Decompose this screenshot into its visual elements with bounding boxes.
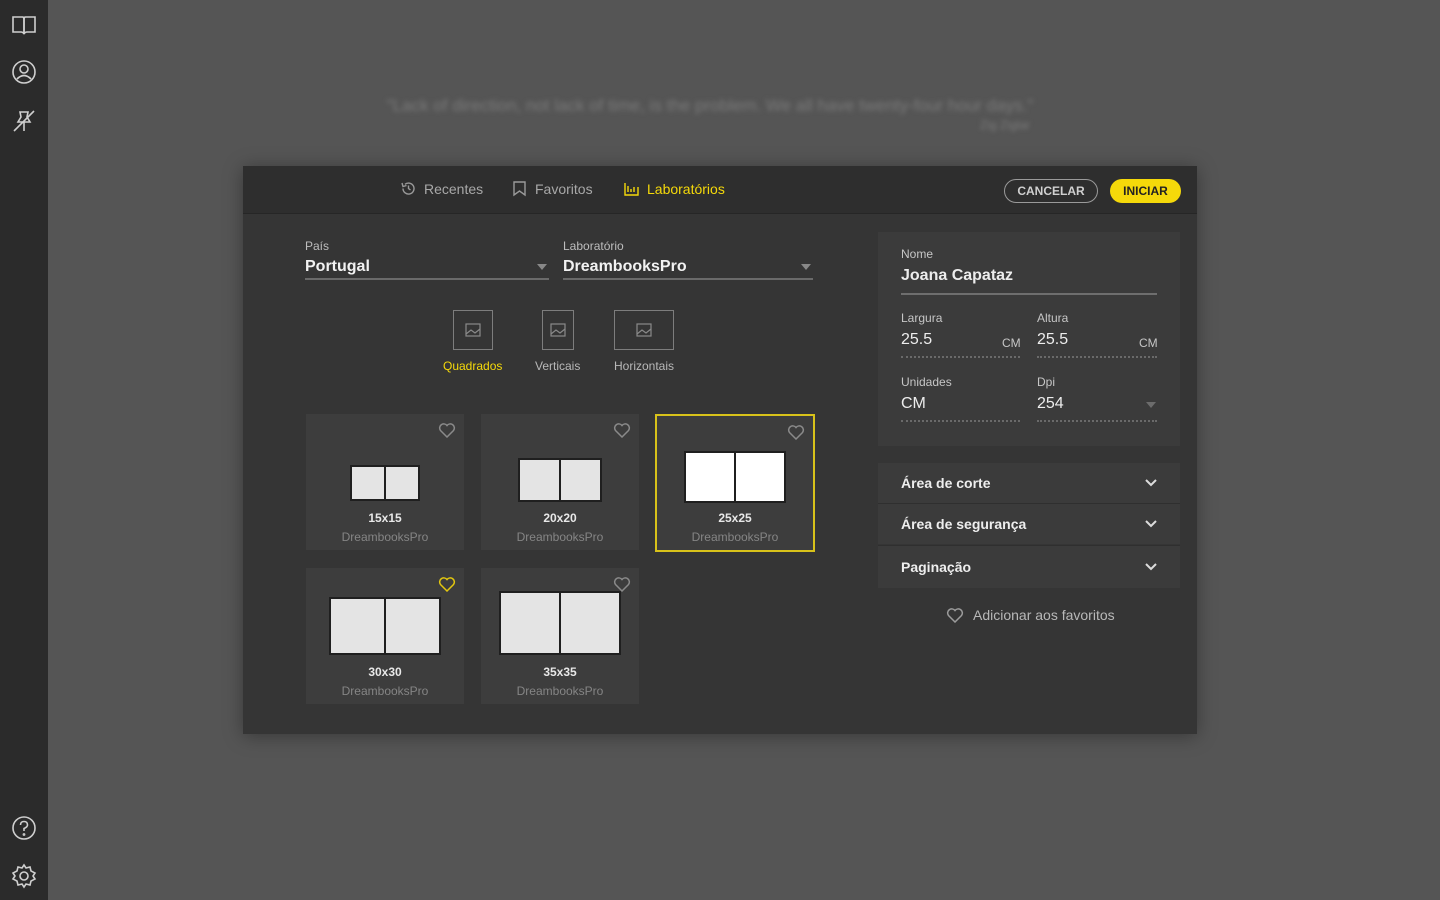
book-preview: [350, 465, 420, 501]
width-unit: CM: [1002, 336, 1021, 350]
country-label: País: [305, 239, 330, 253]
book-preview: [499, 591, 621, 655]
laboratory-select[interactable]: DreambooksPro: [563, 256, 813, 280]
orientation-verticais[interactable]: Verticais: [535, 310, 580, 373]
start-button[interactable]: INICIAR: [1110, 179, 1181, 203]
height-unit: CM: [1139, 336, 1158, 350]
square-format-icon: [452, 310, 493, 350]
format-size: 35x35: [543, 665, 577, 679]
chevron-down-icon: [1145, 563, 1157, 571]
height-field[interactable]: 25.5: [1037, 331, 1068, 349]
format-card-20x20[interactable]: 20x20 DreambooksPro: [481, 414, 639, 550]
heart-icon[interactable]: [438, 422, 456, 439]
format-lab: DreambooksPro: [516, 530, 604, 544]
landscape-format-icon: [614, 310, 675, 350]
heart-icon[interactable]: [438, 576, 456, 593]
accordion-label: Paginação: [901, 559, 972, 575]
orientation-label: Verticais: [535, 359, 581, 373]
add-to-favorites-button[interactable]: Adicionar aos favoritos: [946, 607, 1115, 623]
format-card-30x30[interactable]: 30x30 DreambooksPro: [306, 568, 464, 704]
book-preview: [684, 451, 786, 503]
format-size: 15x15: [368, 511, 402, 525]
format-size: 20x20: [543, 511, 577, 525]
image-icon: [550, 323, 566, 337]
background-quote: "Lack of direction, not lack of time, is…: [386, 96, 1034, 115]
tab-laboratorios[interactable]: Laboratórios: [623, 180, 725, 197]
heart-icon: [946, 608, 964, 623]
bookmark-icon: [513, 181, 526, 197]
cancel-button[interactable]: CANCELAR: [1004, 179, 1098, 203]
laboratory-value: DreambooksPro: [563, 258, 687, 275]
chevron-down-icon: [1146, 402, 1156, 408]
dpi-underline: [1037, 420, 1157, 422]
settings-icon[interactable]: [8, 860, 40, 892]
units-underline: [901, 420, 1020, 422]
width-label: Largura: [901, 311, 943, 325]
height-underline: [1037, 356, 1157, 358]
chevron-down-icon: [1145, 479, 1157, 487]
image-icon: [465, 323, 481, 337]
left-rail: [0, 0, 48, 900]
accordion-area-de-seguranca[interactable]: Área de segurança: [878, 504, 1180, 544]
format-card-25x25[interactable]: 25x25 DreambooksPro: [655, 414, 815, 552]
tab-favoritos[interactable]: Favoritos: [511, 180, 593, 197]
format-lab: DreambooksPro: [341, 530, 429, 544]
book-preview: [329, 597, 441, 655]
help-icon[interactable]: [8, 812, 40, 844]
orientation-label: Horizontais: [614, 359, 675, 373]
tab-recentes[interactable]: Recentes: [400, 180, 483, 197]
history-icon: [401, 182, 415, 195]
heart-icon[interactable]: [613, 576, 631, 593]
tab-label: Recentes: [424, 180, 484, 197]
format-lab: DreambooksPro: [516, 684, 604, 698]
width-underline: [901, 356, 1020, 358]
chevron-down-icon: [801, 264, 811, 270]
orientation-label: Quadrados: [443, 359, 503, 373]
format-lab: DreambooksPro: [341, 684, 429, 698]
orientation-quadrados[interactable]: Quadrados: [443, 310, 502, 373]
background-quote-author: Zig Ziglar: [980, 118, 1031, 132]
pin-off-icon[interactable]: [8, 105, 40, 137]
height-label: Altura: [1037, 311, 1069, 325]
laboratory-label: Laboratório: [563, 239, 624, 253]
chevron-down-icon: [537, 264, 547, 270]
book-icon[interactable]: [8, 9, 40, 41]
new-project-dialog: Recentes Favoritos Laboratórios CANCELAR…: [243, 166, 1197, 734]
image-icon: [636, 323, 652, 337]
user-icon[interactable]: [8, 56, 40, 88]
units-label: Unidades: [901, 375, 952, 389]
add-to-favorites-label: Adicionar aos favoritos: [973, 607, 1115, 623]
width-field[interactable]: 25.5: [901, 331, 932, 349]
heart-icon[interactable]: [787, 424, 805, 441]
orientation-horizontais[interactable]: Horizontais: [614, 310, 674, 373]
accordion-label: Área de corte: [901, 475, 991, 491]
name-label: Nome: [901, 247, 934, 261]
accordion-area-de-corte[interactable]: Área de corte: [878, 463, 1180, 503]
portrait-format-icon: [541, 310, 574, 350]
units-field[interactable]: CM: [901, 395, 926, 413]
tab-label: Favoritos: [535, 180, 593, 197]
tab-label: Laboratórios: [647, 180, 725, 197]
lab-icon: [624, 183, 639, 196]
accordion-label: Área de segurança: [901, 516, 1027, 532]
dpi-label: Dpi: [1037, 375, 1056, 389]
country-select[interactable]: Portugal: [305, 256, 549, 280]
chevron-down-icon: [1145, 520, 1157, 528]
format-size: 25x25: [718, 511, 752, 525]
book-preview: [518, 458, 602, 502]
format-size: 30x30: [368, 665, 402, 679]
name-field[interactable]: Joana Capataz: [901, 267, 1013, 285]
name-underline: [901, 293, 1157, 295]
format-card-35x35[interactable]: 35x35 DreambooksPro: [481, 568, 639, 704]
dpi-select[interactable]: 254: [1037, 395, 1064, 413]
format-card-15x15[interactable]: 15x15 DreambooksPro: [306, 414, 464, 550]
format-lab: DreambooksPro: [691, 530, 779, 544]
heart-icon[interactable]: [613, 422, 631, 439]
accordion-paginacao[interactable]: Paginação: [878, 546, 1180, 588]
details-panel: Nome Joana Capataz Largura 25.5 CM Altur…: [878, 232, 1180, 446]
dialog-header: Recentes Favoritos Laboratórios CANCELAR…: [243, 166, 1197, 214]
country-value: Portugal: [305, 258, 370, 275]
